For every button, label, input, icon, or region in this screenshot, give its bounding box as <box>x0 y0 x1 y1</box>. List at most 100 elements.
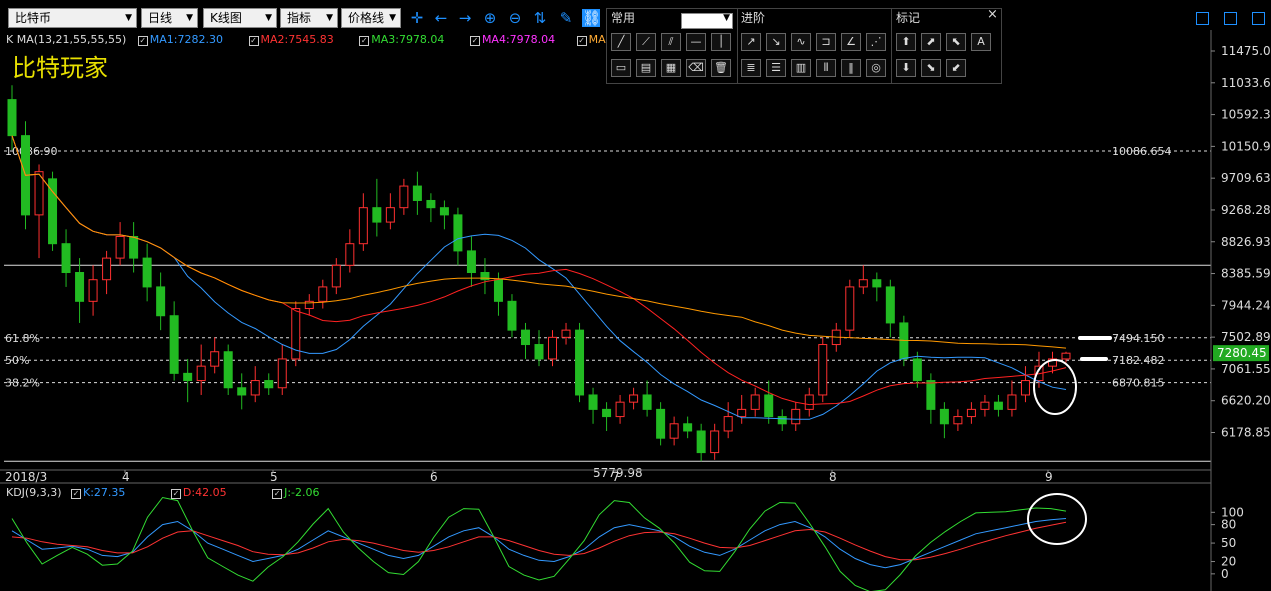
kdj-k-toggle[interactable]: ✓ K:27.35 <box>71 486 125 499</box>
y-tick-label: 8385.59 <box>1221 267 1271 281</box>
candle-body <box>142 257 152 288</box>
y-tick-label: 9268.28 <box>1221 203 1271 217</box>
fib-label-7182: 7182.482 <box>1112 354 1165 367</box>
ma3-toggle[interactable]: ✓ MA3:7978.04 <box>359 33 444 46</box>
candle-body <box>669 423 679 439</box>
link-icon[interactable]: ⛓ <box>582 9 601 27</box>
mark-down-left-arrow-icon[interactable]: ⬋ <box>946 59 966 77</box>
mark-down-arrow-icon[interactable]: ⬇ <box>896 59 916 77</box>
candle-body <box>493 279 503 302</box>
y-tick-label: 7502.89 <box>1221 330 1271 344</box>
band-tool-icon[interactable]: ▦ <box>661 59 681 77</box>
marker-dash-7182 <box>1080 357 1108 361</box>
layout-left-icon[interactable] <box>1195 12 1209 25</box>
time-zones-icon[interactable]: ⫴ <box>816 59 836 77</box>
candle-body <box>899 322 909 360</box>
ray-tool-icon[interactable]: ⟋ <box>636 33 656 51</box>
kdj-lines <box>11 496 1067 591</box>
spiral-icon[interactable]: ◎ <box>866 59 886 77</box>
color-picker[interactable]: ▼ <box>681 13 733 29</box>
fib-label-6870: 6870.815 <box>1112 377 1165 390</box>
fib-grid-icon[interactable]: ▥ <box>791 59 811 77</box>
candle-body <box>953 416 963 425</box>
candle-body <box>318 286 328 302</box>
candle-body <box>520 329 530 346</box>
candle-body <box>61 243 71 274</box>
arrow-down-right-tool-icon[interactable]: ↘ <box>766 33 786 51</box>
indicator-select[interactable]: 指标 ▼ <box>280 8 338 28</box>
symbol-select[interactable]: 比特币 ▼ <box>8 8 137 28</box>
trash-icon[interactable]: 🗑 <box>711 59 731 77</box>
candle-body <box>980 401 990 410</box>
parallel-tool-icon[interactable]: ⫽ <box>661 33 681 51</box>
candle-body <box>223 351 233 389</box>
y-tick-label: 7061.55 <box>1221 362 1271 376</box>
mark-down-right-arrow-icon[interactable]: ⬊ <box>921 59 941 77</box>
kdj-d-toggle[interactable]: ✓ D:42.05 <box>170 486 227 499</box>
arrow-up-right-tool-icon[interactable]: ↗ <box>741 33 761 51</box>
fan-tool-icon[interactable]: ⋰ <box>866 33 886 51</box>
eraser-icon[interactable]: ⌫ <box>686 59 706 77</box>
candle-body <box>534 344 544 360</box>
mark-up-left-arrow-icon[interactable]: ⬉ <box>946 33 966 51</box>
fib-382-label: 38.2% <box>5 377 40 390</box>
axis-icon[interactable]: ⇅ <box>531 9 549 27</box>
fib-label-10086: 10086.654 <box>1112 145 1172 158</box>
channel-tool-icon[interactable]: ▤ <box>636 59 656 77</box>
line-tool-icon[interactable]: ╱ <box>611 33 631 51</box>
fib-retrace-icon[interactable]: ≣ <box>741 59 761 77</box>
ma4-toggle[interactable]: ✓ MA4:7978.04 <box>469 33 555 46</box>
candle-body <box>88 279 98 302</box>
arrow-right-icon[interactable]: → <box>456 9 474 27</box>
cycle-tool-icon[interactable]: ⊐ <box>816 33 836 51</box>
mark-up-right-arrow-icon[interactable]: ⬈ <box>921 33 941 51</box>
candle-body <box>129 235 139 259</box>
zoom-out-icon[interactable]: ⊖ <box>506 9 524 27</box>
price-line-select[interactable]: 价格线 ▼ <box>341 8 401 28</box>
candle-body <box>237 387 247 396</box>
y-tick-label: 11475.02 <box>1221 44 1271 58</box>
candle-body <box>858 279 868 288</box>
ma1-toggle[interactable]: ✓ MA1:7282.30 <box>137 33 223 46</box>
wave-tool-icon[interactable]: ∿ <box>791 33 811 51</box>
zoom-in-icon[interactable]: ⊕ <box>481 9 499 27</box>
ma13-line <box>11 135 1067 420</box>
candle-body <box>872 279 882 288</box>
candle-body <box>156 286 166 317</box>
crosshair-icon[interactable]: ✛ <box>408 9 426 27</box>
marker-dash-7494 <box>1078 336 1112 340</box>
kdj-y-tick-label: 0 <box>1221 567 1229 581</box>
candle-body <box>602 408 612 418</box>
mark-up-arrow-icon[interactable]: ⬆ <box>896 33 916 51</box>
candle-body <box>7 99 17 137</box>
y-tick-label: 9709.63 <box>1221 171 1271 185</box>
rect-tool-icon[interactable]: ▭ <box>611 59 631 77</box>
bars-icon[interactable]: ‖ <box>841 59 861 77</box>
candle-body <box>412 185 422 201</box>
ma2-toggle[interactable]: ✓ MA2:7545.83 <box>248 33 334 46</box>
kdj-d-line <box>11 521 1067 561</box>
chart-type-select[interactable]: K线图 ▼ <box>203 8 277 28</box>
kline-chart[interactable]: 10086.654 7494.150 7182.482 6870.815 10086.9… <box>0 0 1271 591</box>
kdj-j-toggle[interactable]: ✓ J:-2.06 <box>272 486 320 499</box>
panel-close-icon[interactable]: × <box>987 7 998 22</box>
pencil-icon[interactable]: ✎ <box>557 9 575 27</box>
kdj-y-tick-label: 50 <box>1221 536 1236 550</box>
period-select[interactable]: 日线 ▼ <box>141 8 198 28</box>
candle-body <box>723 416 733 432</box>
fib-50-label: 50% <box>5 354 29 367</box>
arrow-left-icon[interactable]: ← <box>432 9 450 27</box>
layout-right-icon[interactable] <box>1223 12 1237 25</box>
candle-body <box>385 207 395 223</box>
candle-body <box>683 423 693 432</box>
fib-ext-icon[interactable]: ☰ <box>766 59 786 77</box>
text-tool-icon[interactable]: A <box>971 33 991 51</box>
fib-618-label: 61.8% <box>5 332 40 345</box>
candle-body <box>737 408 747 418</box>
vline-tool-icon[interactable]: │ <box>711 33 731 51</box>
kdj-legend-prefix: KDJ(9,3,3) <box>6 486 62 499</box>
maximize-icon[interactable] <box>1252 12 1265 25</box>
angle-tool-icon[interactable]: ∠ <box>841 33 861 51</box>
candle-body <box>548 336 558 360</box>
hline-tool-icon[interactable]: — <box>686 33 706 51</box>
